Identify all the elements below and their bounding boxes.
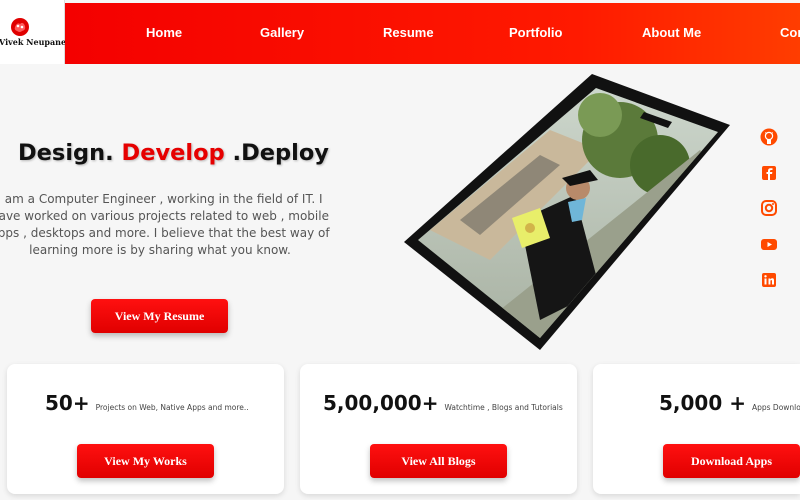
nav-about-me[interactable]: About Me	[642, 25, 701, 40]
stat-projects: 50+ Projects on Web, Native Apps and mor…	[45, 391, 249, 415]
github-icon[interactable]	[759, 127, 779, 147]
youtube-icon[interactable]	[759, 234, 779, 254]
phone-mockup-image	[400, 70, 730, 350]
nav-contact[interactable]: Contact	[780, 25, 800, 40]
graduate-photo	[404, 74, 730, 350]
headline-design: Design.	[18, 140, 114, 166]
hero-headline: Design. Develop .Deploy	[18, 140, 329, 166]
nav-portfolio[interactable]: Portfolio	[509, 25, 562, 40]
navbar: Home Gallery Resume Portfolio About Me C…	[65, 3, 800, 64]
nav-gallery[interactable]: Gallery	[260, 25, 304, 40]
headline-develop: Develop	[113, 140, 225, 166]
logo[interactable]: Vivek Neupane	[0, 0, 67, 64]
nav-resume[interactable]: Resume	[383, 25, 434, 40]
stat-description: Watchtime , Blogs and Tutorials	[444, 403, 563, 412]
view-my-works-button[interactable]: View My Works	[77, 444, 214, 478]
brain-logo-icon	[11, 18, 29, 36]
stat-apps: 5,000 + Apps Downloads	[659, 391, 800, 415]
facebook-icon[interactable]	[759, 163, 779, 183]
stat-card-projects: 50+ Projects on Web, Native Apps and mor…	[7, 364, 284, 494]
stat-card-blogs: 5,00,000+ Watchtime , Blogs and Tutorial…	[300, 364, 577, 494]
stat-number: 5,00,000+	[323, 391, 439, 415]
download-apps-button[interactable]: Download Apps	[663, 444, 800, 478]
hero-intro: I am a Computer Engineer , working in th…	[0, 192, 330, 257]
stat-blogs: 5,00,000+ Watchtime , Blogs and Tutorial…	[323, 391, 563, 415]
headline-deploy: .Deploy	[224, 140, 329, 166]
nav-home[interactable]: Home	[146, 25, 182, 40]
instagram-icon[interactable]	[759, 198, 779, 218]
stat-number: 50+	[45, 391, 90, 415]
linkedin-icon[interactable]	[759, 270, 779, 290]
stat-description: Apps Downloads	[751, 403, 800, 412]
view-all-blogs-button[interactable]: View All Blogs	[370, 444, 507, 478]
logo-text: Vivek Neupane	[0, 37, 67, 47]
view-resume-button[interactable]: View My Resume	[91, 299, 228, 333]
stat-description: Projects on Web, Native Apps and more..	[95, 403, 249, 412]
stat-number: 5,000 +	[659, 391, 746, 415]
stat-card-apps: 5,000 + Apps Downloads Download Apps	[593, 364, 800, 494]
